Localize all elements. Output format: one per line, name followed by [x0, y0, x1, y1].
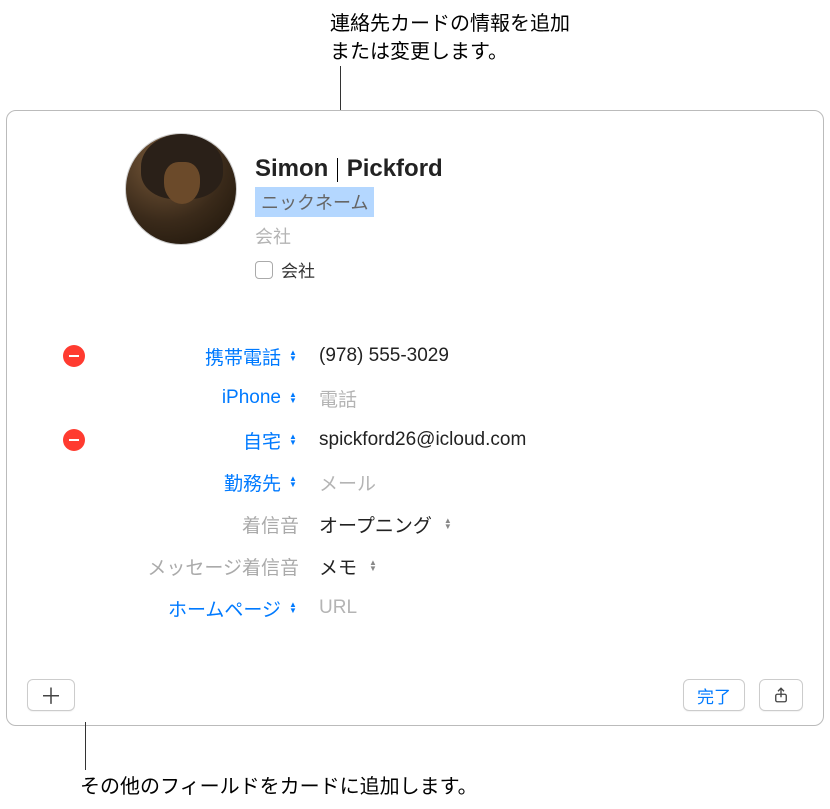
email-home-value[interactable]: spickford26@icloud.com	[305, 429, 526, 451]
email-home-label: 自宅	[243, 427, 281, 454]
last-name-field[interactable]: Pickford	[347, 155, 443, 183]
callout-top: 連絡先カードの情報を追加 または変更します。	[330, 10, 570, 66]
callout-bottom: その他のフィールドをカードに追加します。	[80, 770, 478, 799]
email-work-input[interactable]: メール	[305, 469, 376, 496]
phone-iphone-label: iPhone	[222, 387, 281, 409]
remove-phone-mobile-button[interactable]	[63, 345, 85, 367]
email-home-label-select[interactable]: 自宅 ▲▼	[85, 427, 305, 454]
chevron-updown-icon: ▲▼	[442, 518, 454, 530]
company-field[interactable]: 会社	[255, 223, 443, 249]
add-field-button[interactable]: ＋	[27, 679, 75, 711]
ringtone-select[interactable]: オープニング ▲▼	[305, 511, 454, 538]
ringtone-value: オープニング	[319, 511, 432, 538]
phone-mobile-label-select[interactable]: 携帯電話 ▲▼	[85, 343, 305, 370]
company-checkbox[interactable]	[255, 261, 273, 279]
callout-bottom-leader-line	[85, 722, 86, 770]
share-button[interactable]	[759, 679, 803, 711]
plus-icon: ＋	[40, 679, 62, 711]
share-icon	[772, 686, 790, 704]
text-tone-label: メッセージ着信音	[147, 553, 299, 580]
field-row-homepage: ホームページ ▲▼ URL	[7, 587, 823, 629]
nickname-placeholder: ニックネーム	[261, 193, 368, 213]
text-cursor	[337, 158, 338, 182]
phone-iphone-label-select[interactable]: iPhone ▲▼	[85, 387, 305, 409]
field-row-ringtone: 着信音 オープニング ▲▼	[7, 503, 823, 545]
chevron-updown-icon: ▲▼	[287, 392, 299, 404]
phone-mobile-label: 携帯電話	[205, 343, 281, 370]
homepage-label: ホームページ	[168, 595, 281, 622]
ringtone-label: 着信音	[242, 511, 299, 538]
homepage-placeholder: URL	[319, 597, 357, 619]
email-home-value-text: spickford26@icloud.com	[319, 429, 526, 451]
company-checkbox-label: 会社	[281, 257, 315, 282]
field-row-email-home: 自宅 ▲▼ spickford26@icloud.com	[7, 419, 823, 461]
chevron-updown-icon: ▲▼	[287, 476, 299, 488]
field-row-text-tone: メッセージ着信音 メモ ▲▼	[7, 545, 823, 587]
first-name-field[interactable]: Simon	[255, 155, 328, 183]
callout-bottom-text: その他のフィールドをカードに追加します。	[80, 776, 478, 798]
done-button[interactable]: 完了	[683, 679, 745, 711]
chevron-updown-icon: ▲▼	[287, 434, 299, 446]
callout-top-text: 連絡先カードの情報を追加 または変更します。	[330, 13, 570, 63]
email-work-placeholder: メール	[319, 469, 376, 496]
name-row[interactable]: Simon Pickford	[255, 155, 443, 183]
chevron-updown-icon: ▲▼	[287, 602, 299, 614]
email-work-label-select[interactable]: 勤務先 ▲▼	[85, 469, 305, 496]
field-row-phone-mobile: 携帯電話 ▲▼ (978) 555-3029	[7, 335, 823, 377]
email-work-label: 勤務先	[224, 469, 281, 496]
fields-section: 携帯電話 ▲▼ (978) 555-3029 iPhone ▲▼ 電話 自宅 ▲…	[7, 335, 823, 629]
done-button-label: 完了	[697, 683, 731, 708]
field-row-email-work: 勤務先 ▲▼ メール	[7, 461, 823, 503]
text-tone-value: メモ	[319, 553, 357, 580]
nickname-field[interactable]: ニックネーム	[255, 187, 374, 217]
bottom-toolbar: ＋ 完了	[7, 679, 823, 711]
company-placeholder-text: 会社	[255, 227, 291, 247]
contact-card-window: Simon Pickford ニックネーム 会社 会社 携帯電話 ▲▼ (978…	[6, 110, 824, 726]
ringtone-label-cell: 着信音	[85, 511, 305, 538]
remove-email-home-button[interactable]	[63, 429, 85, 451]
contact-header: Simon Pickford ニックネーム 会社 会社	[255, 155, 443, 282]
homepage-label-select[interactable]: ホームページ ▲▼	[85, 595, 305, 622]
chevron-updown-icon: ▲▼	[287, 350, 299, 362]
text-tone-label-cell: メッセージ着信音	[85, 553, 305, 580]
callout-top-leader-line	[340, 66, 341, 110]
field-row-phone-iphone: iPhone ▲▼ 電話	[7, 377, 823, 419]
phone-iphone-input[interactable]: 電話	[305, 385, 357, 412]
homepage-input[interactable]: URL	[305, 597, 357, 619]
text-tone-select[interactable]: メモ ▲▼	[305, 553, 379, 580]
phone-iphone-placeholder: 電話	[319, 385, 357, 412]
company-checkbox-row: 会社	[255, 257, 443, 282]
phone-mobile-value[interactable]: (978) 555-3029	[305, 345, 449, 367]
avatar[interactable]	[125, 133, 237, 245]
phone-mobile-value-text: (978) 555-3029	[319, 345, 449, 367]
chevron-updown-icon: ▲▼	[367, 560, 379, 572]
